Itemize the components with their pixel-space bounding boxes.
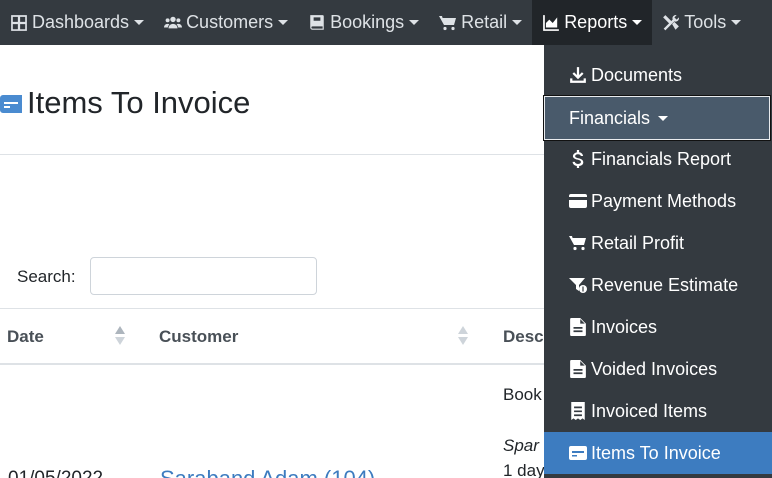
row-customer-link[interactable]: Saraband Adam (104) <box>160 466 375 478</box>
row-description-line: Book <box>503 385 542 404</box>
menu-item-retail-profit-label: Retail Profit <box>591 232 685 253</box>
credit-card-icon <box>569 192 587 210</box>
nav-bookings-label: Bookings <box>330 12 405 32</box>
menu-item-voided-invoices[interactable]: Voided Invoices <box>544 348 772 390</box>
chevron-down-icon <box>278 20 289 25</box>
row-description-line: Spar <box>503 436 539 455</box>
menu-item-items-to-invoice-label: Items To Invoice <box>591 442 721 463</box>
dollar-icon <box>569 150 587 168</box>
page-title: Items To Invoice <box>27 85 251 120</box>
menu-item-revenue-estimate-label: Revenue Estimate <box>591 274 739 295</box>
menu-item-payment-methods-label: Payment Methods <box>591 190 737 211</box>
nav-bookings[interactable]: Bookings <box>298 0 429 45</box>
column-header-date[interactable]: Date <box>7 327 44 347</box>
menu-item-voided-invoices-label: Voided Invoices <box>591 358 718 379</box>
nav-customers[interactable]: Customers <box>154 0 298 45</box>
grid-icon <box>10 14 28 32</box>
search-label: Search: <box>17 267 76 286</box>
chart-area-icon <box>542 14 560 32</box>
menu-item-invoices-label: Invoices <box>591 316 658 337</box>
chevron-down-icon <box>632 20 643 25</box>
sort-icon[interactable] <box>115 326 125 346</box>
money-card-icon <box>569 444 587 462</box>
nav-tools-label: Tools <box>684 12 727 32</box>
file-text-icon <box>569 360 587 378</box>
cart-icon <box>439 14 457 32</box>
search-input[interactable] <box>90 257 317 295</box>
book-icon <box>308 14 326 32</box>
column-header-customer[interactable]: Customer <box>159 327 238 347</box>
menu-item-documents-label: Documents <box>591 64 683 85</box>
chevron-down-icon <box>409 20 420 25</box>
menu-item-financials-report[interactable]: Financials Report <box>544 138 772 180</box>
menu-item-documents[interactable]: Documents <box>544 54 772 96</box>
caret-down-icon <box>658 115 669 121</box>
menu-item-invoices[interactable]: Invoices <box>544 306 772 348</box>
menu-item-retail-profit[interactable]: Retail Profit <box>544 222 772 264</box>
menu-item-invoiced-items-label: Invoiced Items <box>591 400 708 421</box>
chevron-down-icon <box>731 20 742 25</box>
sort-icon[interactable] <box>458 326 468 346</box>
nav-reports-label: Reports <box>564 12 628 32</box>
users-icon <box>164 14 183 32</box>
menu-item-payment-methods[interactable]: Payment Methods <box>544 180 772 222</box>
nav-dashboards-label: Dashboards <box>32 12 130 32</box>
reports-dropdown-menu: Documents Financials Financials Report P… <box>543 45 772 478</box>
tools-icon <box>662 14 680 32</box>
nav-retail[interactable]: Retail <box>429 0 532 45</box>
menu-item-revenue-estimate[interactable]: Revenue Estimate <box>544 264 772 306</box>
nav-tools[interactable]: Tools <box>652 0 751 45</box>
menu-group-financials[interactable]: Financials <box>543 95 771 141</box>
file-text-icon <box>569 318 587 336</box>
top-navbar: Dashboards Customers Bookings Retail Rep… <box>0 0 772 45</box>
menu-item-financials-report-label: Financials Report <box>591 148 732 169</box>
filter-dollar-icon <box>569 276 587 294</box>
row-date: 01/05/2022 <box>8 468 103 478</box>
row-description-line: 1 day <box>503 461 545 478</box>
nav-retail-label: Retail <box>461 12 508 32</box>
nav-customers-label: Customers <box>186 12 274 32</box>
money-card-icon <box>0 95 22 113</box>
download-icon <box>569 66 587 84</box>
receipt-icon <box>569 402 587 420</box>
column-header-description[interactable]: Desc <box>503 327 544 347</box>
chevron-down-icon <box>512 20 523 25</box>
menu-group-financials-label: Financials <box>569 107 651 128</box>
chevron-down-icon <box>134 20 145 25</box>
nav-reports[interactable]: Reports <box>532 0 653 45</box>
cart-icon <box>569 234 587 252</box>
menu-item-invoiced-items[interactable]: Invoiced Items <box>544 390 772 432</box>
menu-item-items-to-invoice[interactable]: Items To Invoice <box>544 432 772 474</box>
nav-dashboards[interactable]: Dashboards <box>0 0 154 45</box>
